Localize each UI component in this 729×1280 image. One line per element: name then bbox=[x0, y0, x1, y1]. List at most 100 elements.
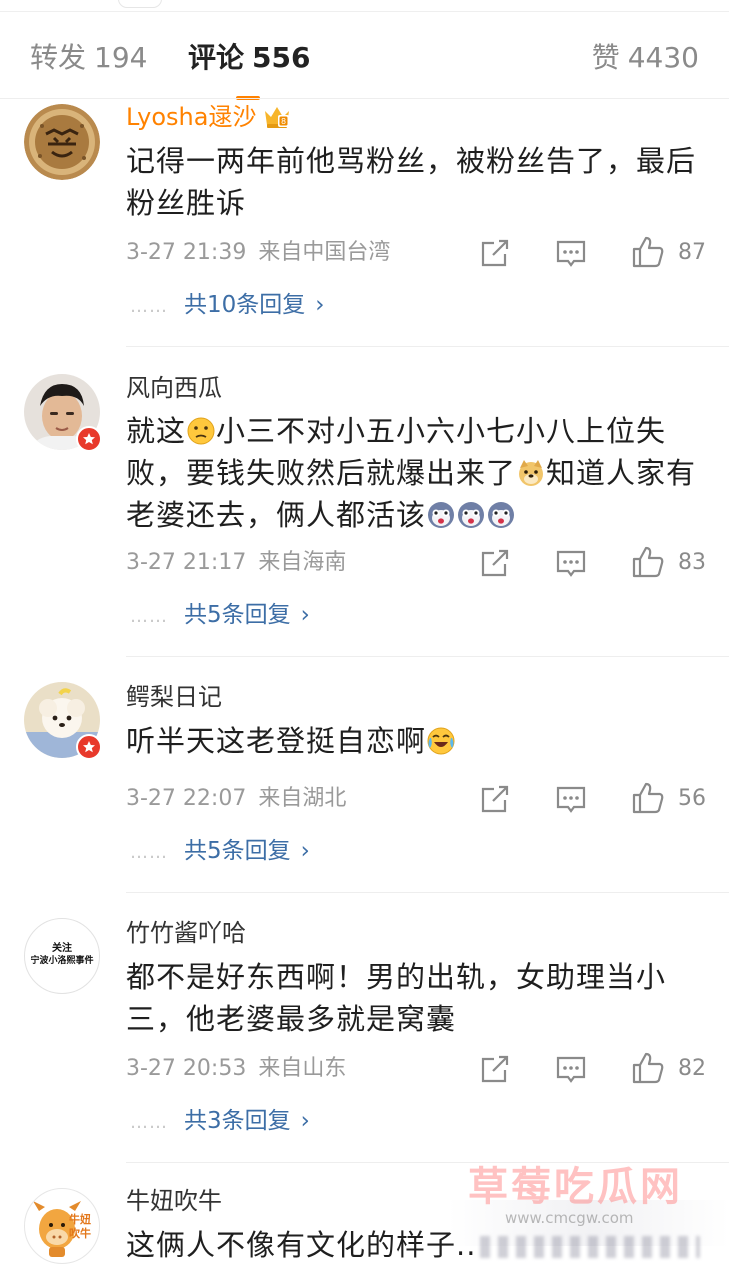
username[interactable]: 鳄梨日记 bbox=[126, 682, 222, 712]
avatar[interactable] bbox=[24, 374, 102, 452]
laugh-cry-emoji-icon bbox=[426, 725, 456, 755]
comment-icon[interactable] bbox=[554, 1052, 588, 1086]
doge-emoji-icon bbox=[516, 457, 546, 487]
like-count: 87 bbox=[678, 240, 706, 265]
avatar-image: 牛妞 吹牛 bbox=[24, 1188, 100, 1264]
avatar-image: 关注 宁波小洛熙事件 bbox=[24, 918, 100, 994]
replies-count: 共5条回复 bbox=[184, 602, 291, 628]
username-text: 风向西瓜 bbox=[126, 374, 222, 402]
like-count: 83 bbox=[678, 550, 706, 575]
like-icon[interactable] bbox=[630, 1050, 664, 1084]
tab-likes[interactable]: 赞 4430 bbox=[592, 40, 699, 76]
username-text: 竹竹酱吖哈 bbox=[126, 919, 246, 947]
username[interactable]: Lyosha逯沙 8 bbox=[126, 102, 292, 136]
verified-badge-icon bbox=[76, 734, 102, 760]
comment-icon[interactable] bbox=[554, 236, 588, 270]
like-icon[interactable] bbox=[630, 780, 664, 814]
confused-face-emoji-icon bbox=[186, 415, 216, 445]
comment-time: 3-27 21:17 bbox=[126, 550, 247, 575]
replies-dots: …… bbox=[130, 296, 168, 317]
comment-text: 都不是好东西啊！男的出轨，女助理当小三，他老婆最多就是窝囊 bbox=[126, 960, 667, 1036]
repost-icon[interactable] bbox=[478, 782, 512, 816]
tab-repost-label: 转发 bbox=[30, 41, 87, 74]
view-replies-link[interactable]: …… 共10条回复 › bbox=[130, 290, 324, 322]
comment-meta: 3-27 20:53 来自山东 bbox=[126, 1054, 346, 1084]
tab-repost[interactable]: 转发 194 bbox=[30, 40, 147, 76]
comment-icon[interactable] bbox=[554, 782, 588, 816]
chevron-right-icon: › bbox=[300, 602, 310, 628]
comment-source: 来自海南 bbox=[258, 550, 347, 575]
watermark-title: 草莓吃瓜网 bbox=[468, 1164, 683, 1210]
comment-divider bbox=[126, 346, 729, 347]
tab-repost-count: 194 bbox=[94, 41, 148, 74]
repost-icon[interactable] bbox=[478, 546, 512, 580]
repost-icon[interactable] bbox=[478, 236, 512, 270]
watermark-url: www.cmcgw.com bbox=[505, 1209, 634, 1227]
avatar-text-line: 牛妞 bbox=[69, 1213, 91, 1226]
tabs-divider bbox=[0, 98, 729, 99]
comment-divider bbox=[126, 656, 729, 657]
svg-text:8: 8 bbox=[281, 117, 286, 126]
top-header-edge bbox=[0, 0, 729, 12]
vip-crown-icon: 8 bbox=[262, 103, 292, 136]
replies-count: 共10条回复 bbox=[184, 292, 306, 318]
comment-icon[interactable] bbox=[554, 546, 588, 580]
avatar[interactable]: 牛妞 吹牛 bbox=[24, 1188, 100, 1264]
replies-dots: …… bbox=[130, 842, 168, 863]
repost-icon[interactable] bbox=[478, 1052, 512, 1086]
tab-likes-label: 赞 bbox=[591, 41, 620, 74]
chevron-right-icon: › bbox=[315, 292, 325, 318]
comment-meta: 3-27 21:39 来自中国台湾 bbox=[126, 238, 390, 268]
like-count: 56 bbox=[678, 786, 706, 811]
comment-text-part: 就这 bbox=[126, 414, 187, 448]
replies-count: 共3条回复 bbox=[184, 1108, 291, 1134]
comment-divider bbox=[126, 892, 729, 893]
comment-text: 就这 小三不对小五小六小七小八上位失败，要钱失败然后就爆出来了 知道人家有老婆还去，… bbox=[126, 410, 706, 536]
comment-text: 记得一两年前他骂粉丝，被粉丝告了，最后粉丝胜诉 bbox=[126, 144, 697, 220]
husky-emoji-icon bbox=[456, 499, 486, 529]
username[interactable]: 牛妞吹牛 bbox=[126, 1186, 222, 1216]
username-text: 鳄梨日记 bbox=[126, 683, 222, 711]
replies-count: 共5条回复 bbox=[184, 838, 291, 864]
avatar[interactable] bbox=[24, 104, 100, 180]
tab-comments-count: 556 bbox=[252, 41, 311, 74]
tab-comments[interactable]: 评论 556 bbox=[188, 40, 310, 76]
avatar-text-line: 宁波小洛熙事件 bbox=[30, 956, 94, 966]
view-replies-link[interactable]: …… 共5条回复 › bbox=[130, 836, 310, 868]
comment-meta: 3-27 22:07 来自湖北 bbox=[126, 784, 346, 814]
comment-source: 来自湖北 bbox=[258, 786, 347, 811]
comment-source: 来自山东 bbox=[258, 1056, 347, 1081]
blurred-overlay bbox=[480, 1236, 700, 1258]
username[interactable]: 竹竹酱吖哈 bbox=[126, 918, 246, 948]
username[interactable]: 风向西瓜 bbox=[126, 373, 222, 403]
chevron-right-icon: › bbox=[300, 838, 310, 864]
tab-likes-count: 4430 bbox=[627, 41, 699, 74]
like-icon[interactable] bbox=[630, 544, 664, 578]
comment-meta: 3-27 21:17 来自海南 bbox=[126, 548, 346, 578]
avatar-image bbox=[24, 104, 100, 180]
husky-emoji-icon bbox=[486, 499, 516, 529]
comment-time: 3-27 21:39 bbox=[126, 240, 247, 265]
husky-emoji-icon bbox=[426, 499, 456, 529]
interaction-tabs: 转发 194 评论 556 赞 4430 bbox=[0, 28, 729, 100]
view-replies-link[interactable]: …… 共5条回复 › bbox=[130, 600, 310, 632]
username-text: 牛妞吹牛 bbox=[126, 1187, 222, 1215]
tab-comments-label: 评论 bbox=[188, 41, 245, 74]
comment-source: 来自中国台湾 bbox=[258, 240, 391, 265]
username-text: Lyosha逯沙 bbox=[126, 103, 257, 131]
comment-time: 3-27 22:07 bbox=[126, 786, 247, 811]
avatar-text-line: 吹牛 bbox=[69, 1227, 91, 1240]
verified-badge-icon bbox=[76, 426, 102, 452]
chevron-right-icon: › bbox=[300, 1108, 310, 1134]
like-icon[interactable] bbox=[630, 234, 664, 268]
avatar-text-line: 关注 bbox=[52, 943, 72, 954]
comment-time: 3-27 20:53 bbox=[126, 1056, 247, 1081]
replies-dots: …… bbox=[130, 1112, 168, 1133]
avatar[interactable]: 关注 宁波小洛熙事件 bbox=[24, 918, 100, 994]
comment-text: 听半天这老登挺自恋啊 bbox=[126, 720, 706, 762]
view-replies-link[interactable]: …… 共3条回复 › bbox=[130, 1106, 310, 1138]
avatar[interactable] bbox=[24, 682, 102, 760]
replies-dots: …… bbox=[130, 606, 168, 627]
header-pill-edge bbox=[118, 0, 162, 8]
like-count: 82 bbox=[678, 1056, 706, 1081]
